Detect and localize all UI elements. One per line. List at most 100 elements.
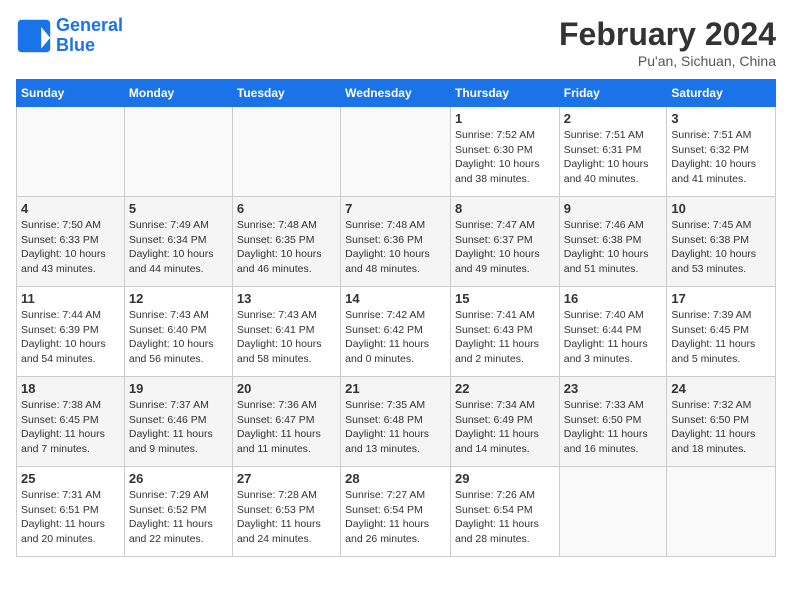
day-number: 3 <box>671 111 771 126</box>
weekday-header-monday: Monday <box>124 80 232 107</box>
calendar-cell: 9Sunrise: 7:46 AMSunset: 6:38 PMDaylight… <box>559 197 667 287</box>
day-number: 17 <box>671 291 771 306</box>
calendar-cell <box>124 107 232 197</box>
day-number: 5 <box>129 201 228 216</box>
day-number: 20 <box>237 381 336 396</box>
calendar-cell: 4Sunrise: 7:50 AMSunset: 6:33 PMDaylight… <box>17 197 125 287</box>
day-number: 6 <box>237 201 336 216</box>
day-number: 24 <box>671 381 771 396</box>
day-number: 8 <box>455 201 555 216</box>
day-info: Sunrise: 7:31 AMSunset: 6:51 PMDaylight:… <box>21 488 120 547</box>
calendar-cell: 16 Sunrise: 7:40 AMSunset: 6:44 PMDayligh… <box>559 287 667 377</box>
calendar-cell: 6 Sunrise: 7:48 AMSunset: 6:35 PMDaylight… <box>232 197 340 287</box>
day-info: Sunrise: 7:49 AMSunset: 6:34 PMDaylight:… <box>129 218 228 277</box>
calendar-cell: 7 Sunrise: 7:48 AMSunset: 6:36 PMDaylight… <box>341 197 451 287</box>
month-year: February 2024 <box>559 16 776 53</box>
calendar-week-row: 25 Sunrise: 7:31 AMSunset: 6:51 PMDayligh… <box>17 467 776 557</box>
day-info: Sunrise: 7:40 AMSunset: 6:44 PMDaylight:… <box>564 308 663 367</box>
logo-line2: Blue <box>56 35 95 55</box>
calendar-cell <box>341 107 451 197</box>
title-block: February 2024 Pu'an, Sichuan, China <box>559 16 776 69</box>
calendar-table: SundayMondayTuesdayWednesdayThursdayFrid… <box>16 79 776 557</box>
weekday-header-friday: Friday <box>559 80 667 107</box>
day-number: 11 <box>21 291 120 306</box>
day-info: Sunrise: 7:33 AMSunset: 6:50 PMDaylight:… <box>564 398 663 457</box>
day-info: Sunrise: 7:32 AMSunset: 6:50 PMDaylight:… <box>671 398 771 457</box>
calendar-cell: 26Sunrise: 7:29 AMSunset: 6:52 PMDayligh… <box>124 467 232 557</box>
day-number: 14 <box>345 291 446 306</box>
day-number: 26 <box>129 471 228 486</box>
day-number: 23 <box>564 381 663 396</box>
weekday-header-wednesday: Wednesday <box>341 80 451 107</box>
calendar-cell: 24 Sunrise: 7:32 AMSunset: 6:50 PMDayligh… <box>667 377 776 467</box>
calendar-cell: 18Sunrise: 7:38 AMSunset: 6:45 PMDayligh… <box>17 377 125 467</box>
day-info: Sunrise: 7:28 AMSunset: 6:53 PMDaylight:… <box>237 488 336 547</box>
day-number: 21 <box>345 381 446 396</box>
location: Pu'an, Sichuan, China <box>559 53 776 69</box>
day-info: Sunrise: 7:45 AMSunset: 6:38 PMDaylight:… <box>671 218 771 277</box>
day-number: 1 <box>455 111 555 126</box>
calendar-cell: 15 Sunrise: 7:41 AMSunset: 6:43 PMDayligh… <box>450 287 559 377</box>
weekday-header-saturday: Saturday <box>667 80 776 107</box>
calendar-cell: 28 Sunrise: 7:27 AMSunset: 6:54 PMDayligh… <box>341 467 451 557</box>
day-info: Sunrise: 7:39 AMSunset: 6:45 PMDaylight:… <box>671 308 771 367</box>
calendar-cell: 19Sunrise: 7:37 AMSunset: 6:46 PMDayligh… <box>124 377 232 467</box>
day-info: Sunrise: 7:34 AMSunset: 6:49 PMDaylight:… <box>455 398 555 457</box>
calendar-cell: 21 Sunrise: 7:35 AMSunset: 6:48 PMDayligh… <box>341 377 451 467</box>
day-info: Sunrise: 7:50 AMSunset: 6:33 PMDaylight:… <box>21 218 120 277</box>
day-info: Sunrise: 7:47 AMSunset: 6:37 PMDaylight:… <box>455 218 555 277</box>
day-number: 10 <box>671 201 771 216</box>
day-info: Sunrise: 7:43 AMSunset: 6:40 PMDaylight:… <box>129 308 228 367</box>
weekday-header-sunday: Sunday <box>17 80 125 107</box>
day-info: Sunrise: 7:44 AMSunset: 6:39 PMDaylight:… <box>21 308 120 367</box>
logo-text: General Blue <box>56 16 123 56</box>
day-info: Sunrise: 7:48 AMSunset: 6:36 PMDaylight:… <box>345 218 446 277</box>
calendar-cell: 2 Sunrise: 7:51 AMSunset: 6:31 PMDaylight… <box>559 107 667 197</box>
day-info: Sunrise: 7:51 AMSunset: 6:31 PMDaylight:… <box>564 128 663 187</box>
day-info: Sunrise: 7:46 AMSunset: 6:38 PMDaylight:… <box>564 218 663 277</box>
day-info: Sunrise: 7:51 AMSunset: 6:32 PMDaylight:… <box>671 128 771 187</box>
day-number: 22 <box>455 381 555 396</box>
calendar-cell: 14 Sunrise: 7:42 AMSunset: 6:42 PMDayligh… <box>341 287 451 377</box>
calendar-cell: 12 Sunrise: 7:43 AMSunset: 6:40 PMDayligh… <box>124 287 232 377</box>
calendar-cell: 23 Sunrise: 7:33 AMSunset: 6:50 PMDayligh… <box>559 377 667 467</box>
calendar-cell: 8 Sunrise: 7:47 AMSunset: 6:37 PMDaylight… <box>450 197 559 287</box>
day-info: Sunrise: 7:38 AMSunset: 6:45 PMDaylight:… <box>21 398 120 457</box>
calendar-cell: 27Sunrise: 7:28 AMSunset: 6:53 PMDayligh… <box>232 467 340 557</box>
calendar-cell: 1 Sunrise: 7:52 AMSunset: 6:30 PMDaylight… <box>450 107 559 197</box>
day-info: Sunrise: 7:26 AMSunset: 6:54 PMDaylight:… <box>455 488 555 547</box>
day-number: 28 <box>345 471 446 486</box>
day-info: Sunrise: 7:41 AMSunset: 6:43 PMDaylight:… <box>455 308 555 367</box>
weekday-header-row: SundayMondayTuesdayWednesdayThursdayFrid… <box>17 80 776 107</box>
day-info: Sunrise: 7:48 AMSunset: 6:35 PMDaylight:… <box>237 218 336 277</box>
day-info: Sunrise: 7:42 AMSunset: 6:42 PMDaylight:… <box>345 308 446 367</box>
day-number: 7 <box>345 201 446 216</box>
day-info: Sunrise: 7:35 AMSunset: 6:48 PMDaylight:… <box>345 398 446 457</box>
calendar-cell: 10 Sunrise: 7:45 AMSunset: 6:38 PMDayligh… <box>667 197 776 287</box>
calendar-cell: 3 Sunrise: 7:51 AMSunset: 6:32 PMDaylight… <box>667 107 776 197</box>
day-number: 15 <box>455 291 555 306</box>
weekday-header-thursday: Thursday <box>450 80 559 107</box>
day-info: Sunrise: 7:27 AMSunset: 6:54 PMDaylight:… <box>345 488 446 547</box>
calendar-cell <box>232 107 340 197</box>
logo-icon <box>16 18 52 54</box>
calendar-cell: 29Sunrise: 7:26 AMSunset: 6:54 PMDayligh… <box>450 467 559 557</box>
calendar-cell: 5 Sunrise: 7:49 AMSunset: 6:34 PMDaylight… <box>124 197 232 287</box>
day-number: 2 <box>564 111 663 126</box>
page-header: General Blue February 2024 Pu'an, Sichua… <box>16 16 776 69</box>
calendar-week-row: 1 Sunrise: 7:52 AMSunset: 6:30 PMDaylight… <box>17 107 776 197</box>
day-info: Sunrise: 7:36 AMSunset: 6:47 PMDaylight:… <box>237 398 336 457</box>
day-number: 16 <box>564 291 663 306</box>
calendar-week-row: 11 Sunrise: 7:44 AMSunset: 6:39 PMDayligh… <box>17 287 776 377</box>
calendar-cell: 25 Sunrise: 7:31 AMSunset: 6:51 PMDayligh… <box>17 467 125 557</box>
day-number: 25 <box>21 471 120 486</box>
calendar-week-row: 4Sunrise: 7:50 AMSunset: 6:33 PMDaylight… <box>17 197 776 287</box>
day-info: Sunrise: 7:52 AMSunset: 6:30 PMDaylight:… <box>455 128 555 187</box>
calendar-cell <box>559 467 667 557</box>
calendar-cell: 20 Sunrise: 7:36 AMSunset: 6:47 PMDayligh… <box>232 377 340 467</box>
calendar-cell <box>17 107 125 197</box>
day-info: Sunrise: 7:43 AMSunset: 6:41 PMDaylight:… <box>237 308 336 367</box>
day-number: 12 <box>129 291 228 306</box>
day-number: 19 <box>129 381 228 396</box>
calendar-cell: 22 Sunrise: 7:34 AMSunset: 6:49 PMDayligh… <box>450 377 559 467</box>
